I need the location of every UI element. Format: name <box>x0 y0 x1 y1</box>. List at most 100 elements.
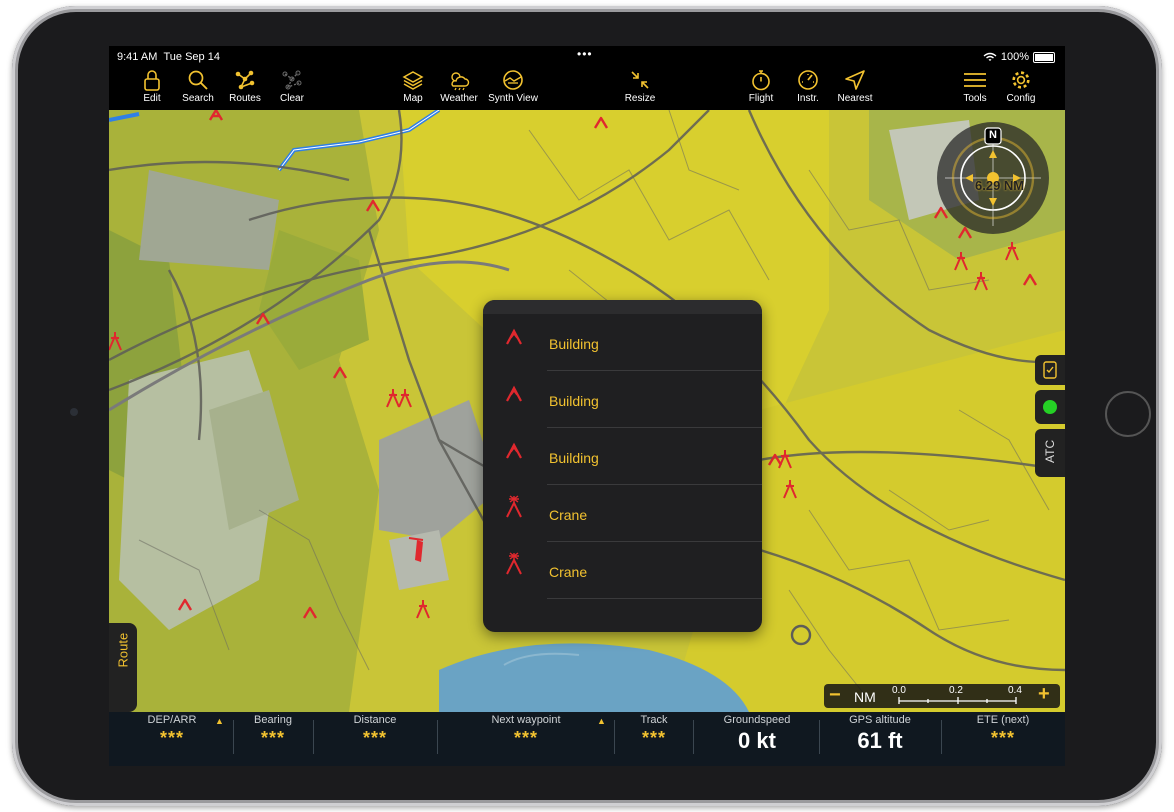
nearest-button[interactable]: Nearest <box>825 66 885 110</box>
distance-value: *** <box>362 728 387 748</box>
building-obstacle-icon <box>506 328 522 345</box>
lock-icon <box>144 70 160 91</box>
bearing-cell[interactable]: Bearing *** <box>237 712 309 766</box>
next-waypoint-value: *** <box>513 728 538 748</box>
route-side-tab[interactable]: Route <box>109 623 137 712</box>
weather-button[interactable]: Weather <box>429 66 489 110</box>
status-bar: 9:41 AM Tue Sep 14 ••• 100% <box>109 46 1065 66</box>
atc-button[interactable]: ATC <box>1035 429 1065 477</box>
gps-altitude-value: 61 ft <box>857 728 903 753</box>
divider <box>547 598 762 599</box>
dep-arr-triangle-icon: ▲ <box>215 716 224 726</box>
routes-icon <box>235 70 255 90</box>
divider <box>313 720 314 754</box>
gps-status-dot-icon <box>1043 400 1057 414</box>
synth-view-icon <box>503 70 523 90</box>
clear-label: Clear <box>280 93 304 104</box>
app-screen: 9:41 AM Tue Sep 14 ••• 100% Edit Search … <box>109 46 1065 766</box>
divider <box>819 720 820 754</box>
battery-percent: 100% <box>1000 51 1029 63</box>
distance-cell[interactable]: Distance *** <box>317 712 433 766</box>
clear-icon <box>282 70 302 90</box>
multitasking-dots[interactable]: ••• <box>577 47 593 61</box>
resize-label: Resize <box>624 93 656 104</box>
synth-view-button[interactable]: Synth View <box>483 66 543 110</box>
gps-altitude-header: GPS altitude <box>849 714 911 726</box>
weather-label: Weather <box>440 93 478 104</box>
next-waypoint-cell[interactable]: Next waypoint *** <box>441 712 611 766</box>
track-value: *** <box>641 728 666 748</box>
dep-arr-cell[interactable]: DEP/ARR *** <box>127 712 217 766</box>
status-time: 9:41 AM Tue Sep 14 <box>117 51 220 63</box>
toolbar: Edit Search Routes Clear Map Weather Syn… <box>109 66 1065 110</box>
ete-next-value: *** <box>990 728 1015 748</box>
wifi-icon <box>983 52 997 61</box>
popup-item-label: Building <box>549 450 599 466</box>
divider <box>941 720 942 754</box>
search-icon <box>188 70 208 90</box>
groundspeed-value: 0 kt <box>738 728 776 753</box>
nearest-label: Nearest <box>837 93 873 104</box>
divider <box>437 720 438 754</box>
dep-arr-header: DEP/ARR <box>147 714 197 726</box>
popup-item-crane-1[interactable]: Crane <box>483 485 762 542</box>
bearing-header: Bearing <box>254 714 292 726</box>
popup-item-label: Crane <box>549 564 588 580</box>
battery-indicator: 100% <box>983 51 1055 63</box>
gps-status-button[interactable] <box>1035 390 1065 424</box>
building-obstacle-icon <box>506 442 522 459</box>
stopwatch-icon <box>752 70 770 91</box>
gear-icon <box>1012 71 1030 89</box>
resize-button[interactable]: Resize <box>610 66 670 110</box>
ete-next-header: ETE (next) <box>976 714 1030 726</box>
next-waypoint-header: Next waypoint <box>491 714 561 726</box>
scale-ruler <box>898 697 1017 704</box>
home-button[interactable] <box>1105 391 1151 437</box>
zoom-in-button[interactable]: + <box>1038 683 1050 706</box>
resize-icon <box>631 71 649 89</box>
atc-label: ATC <box>1043 439 1057 463</box>
groundspeed-header: Groundspeed <box>723 714 791 726</box>
config-button[interactable]: Config <box>991 66 1051 110</box>
crane-obstacle-icon <box>506 552 522 575</box>
dep-arr-value: *** <box>159 728 184 748</box>
popup-item-building-3[interactable]: Building <box>483 428 762 485</box>
popup-item-crane-2[interactable]: Crane <box>483 542 762 599</box>
gps-altitude-cell[interactable]: GPS altitude 61 ft <box>821 712 939 766</box>
popup-item-building-2[interactable]: Building <box>483 371 762 428</box>
divider <box>233 720 234 754</box>
synth-view-label: Synth View <box>488 93 538 104</box>
compass-range-label: 6.29 NM <box>975 178 1025 193</box>
distance-header: Distance <box>353 714 397 726</box>
building-obstacle-icon <box>506 385 522 402</box>
gauge-icon <box>798 70 818 90</box>
track-cell[interactable]: Track *** <box>619 712 689 766</box>
layers-icon <box>402 71 424 90</box>
popup-item-label: Crane <box>549 507 588 523</box>
checklist-icon <box>1043 361 1057 379</box>
divider <box>693 720 694 754</box>
popup-item-building-1[interactable]: Building <box>483 314 762 371</box>
scale-bar: − NM 0.0 0.2 0.4 + <box>824 683 1060 708</box>
obstacle-popup: Building Building Building Crane Crane <box>483 300 762 632</box>
bearing-value: *** <box>260 728 285 748</box>
config-label: Config <box>1006 93 1036 104</box>
track-header: Track <box>640 714 668 726</box>
crane-obstacle-icon <box>506 495 522 518</box>
front-camera <box>70 408 78 416</box>
divider <box>614 720 615 754</box>
ete-next-cell[interactable]: ETE (next) *** <box>945 712 1061 766</box>
compass-north-label: N <box>989 129 997 141</box>
popup-header <box>483 300 762 314</box>
groundspeed-cell[interactable]: Groundspeed 0 kt <box>697 712 817 766</box>
checklist-button[interactable] <box>1035 355 1065 385</box>
battery-icon <box>1033 51 1055 63</box>
weather-icon <box>451 72 470 91</box>
route-tab-label: Route <box>115 632 131 668</box>
menu-icon <box>964 73 986 87</box>
instrument-bar: DEP/ARR *** ▲ Bearing *** Distance *** N… <box>109 712 1065 766</box>
popup-item-label: Building <box>549 336 599 352</box>
next-waypoint-triangle-icon: ▲ <box>597 716 606 726</box>
clear-button[interactable]: Clear <box>262 66 322 110</box>
compass-widget[interactable]: N 6.29 NM <box>937 122 1049 234</box>
